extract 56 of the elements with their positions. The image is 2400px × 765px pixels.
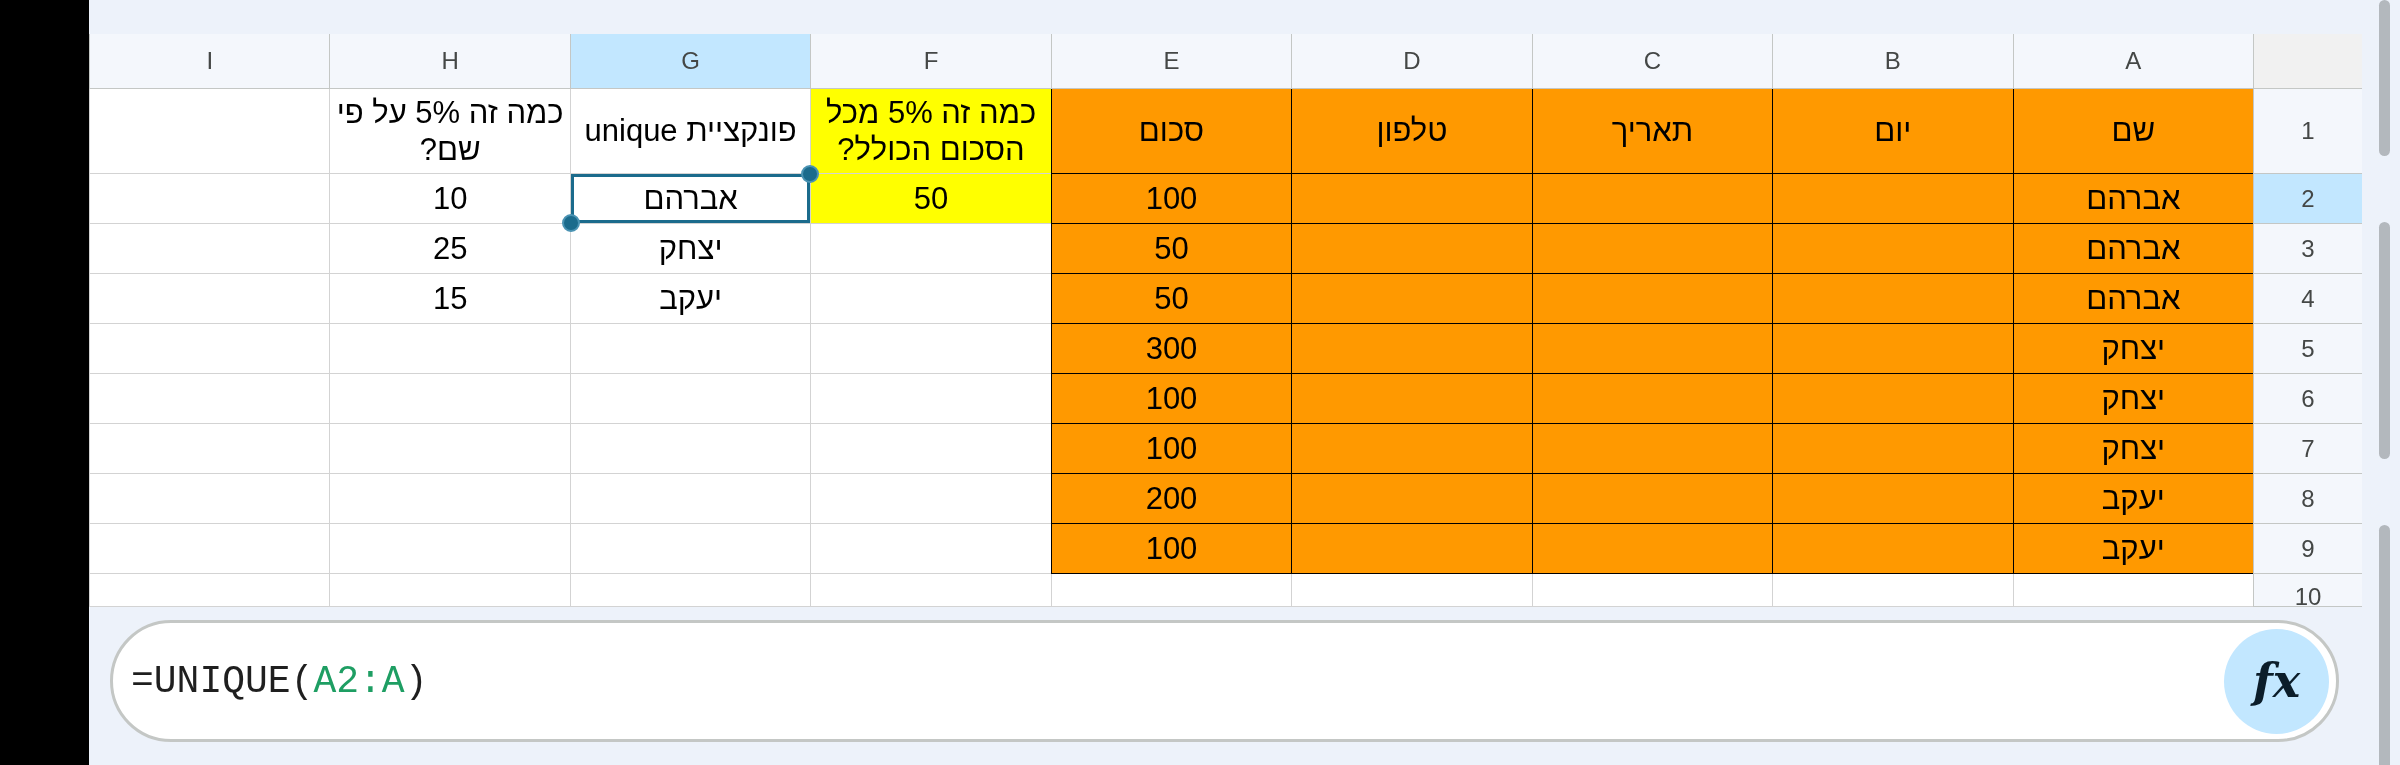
table-cell: אברהם [2012,274,2253,324]
row-header[interactable]: 10 [2253,574,2362,607]
table-cell: אברהם [569,174,811,224]
formula-input[interactable]: =UNIQUE(A2:A) [113,623,2224,739]
column-header[interactable]: H [329,34,570,89]
table-cell: יעקב [2012,524,2253,574]
table-cell: 200 [1050,474,1292,524]
row-header[interactable]: 1 [2253,89,2362,174]
selection-handle[interactable] [561,214,580,232]
scroll-bar[interactable] [2379,0,2390,156]
row-header[interactable]: 2 [2253,174,2362,224]
table-cell: 100 [1050,524,1292,574]
column-header[interactable]: E [1050,34,1292,89]
table-cell: יצחק [2012,424,2253,474]
selection-handle[interactable] [801,165,820,183]
table-cell: יצחק [569,224,811,274]
row-header[interactable]: 3 [2253,224,2362,274]
table-cell: יום [1772,89,2013,174]
row-header[interactable]: 7 [2253,424,2362,474]
table-cell: כמה זה 5% מכל הסכום הכולל? [810,89,1051,174]
scroll-bar[interactable] [2379,222,2390,459]
column-header[interactable]: G [569,34,811,89]
table-cell: 10 [329,174,570,224]
scroll-bar[interactable] [2379,525,2390,765]
column-header[interactable]: D [1291,34,1532,89]
table-cell: טלפון [1291,89,1532,174]
table-cell: 15 [329,274,570,324]
table-cell: תאריך [1531,89,1773,174]
row-header[interactable]: 9 [2253,524,2362,574]
table-cell: 100 [1050,174,1292,224]
function-button[interactable]: fx [2224,628,2329,734]
table-cell: אברהם [2012,174,2253,224]
row-header[interactable]: 6 [2253,374,2362,424]
table-cell: יעקב [569,274,811,324]
table-cell: כמה זה 5% על פי שם? [329,89,570,174]
column-header[interactable]: A [2012,34,2253,89]
row-header[interactable]: 8 [2253,474,2362,524]
table-cell: 100 [1050,424,1292,474]
column-header[interactable]: C [1531,34,1773,89]
table-cell: 100 [1050,374,1292,424]
table-cell: שם [2012,89,2253,174]
table-cell: אברהם [2012,224,2253,274]
table-cell: 50 [1050,224,1292,274]
table-cell: 300 [1050,324,1292,374]
table-cell: יצחק [2012,324,2253,374]
table-cell: 50 [810,174,1051,224]
table-cell: יעקב [2012,474,2253,524]
column-header[interactable]: I [89,34,330,89]
table-cell: 25 [329,224,570,274]
table-cell: סכום [1050,89,1292,174]
row-header[interactable]: 4 [2253,274,2362,324]
column-header[interactable]: B [1772,34,2013,89]
table-cell: יצחק [2012,374,2253,424]
row-header[interactable]: 5 [2253,324,2362,374]
table-cell: 50 [1050,274,1292,324]
column-header[interactable]: F [810,34,1051,89]
